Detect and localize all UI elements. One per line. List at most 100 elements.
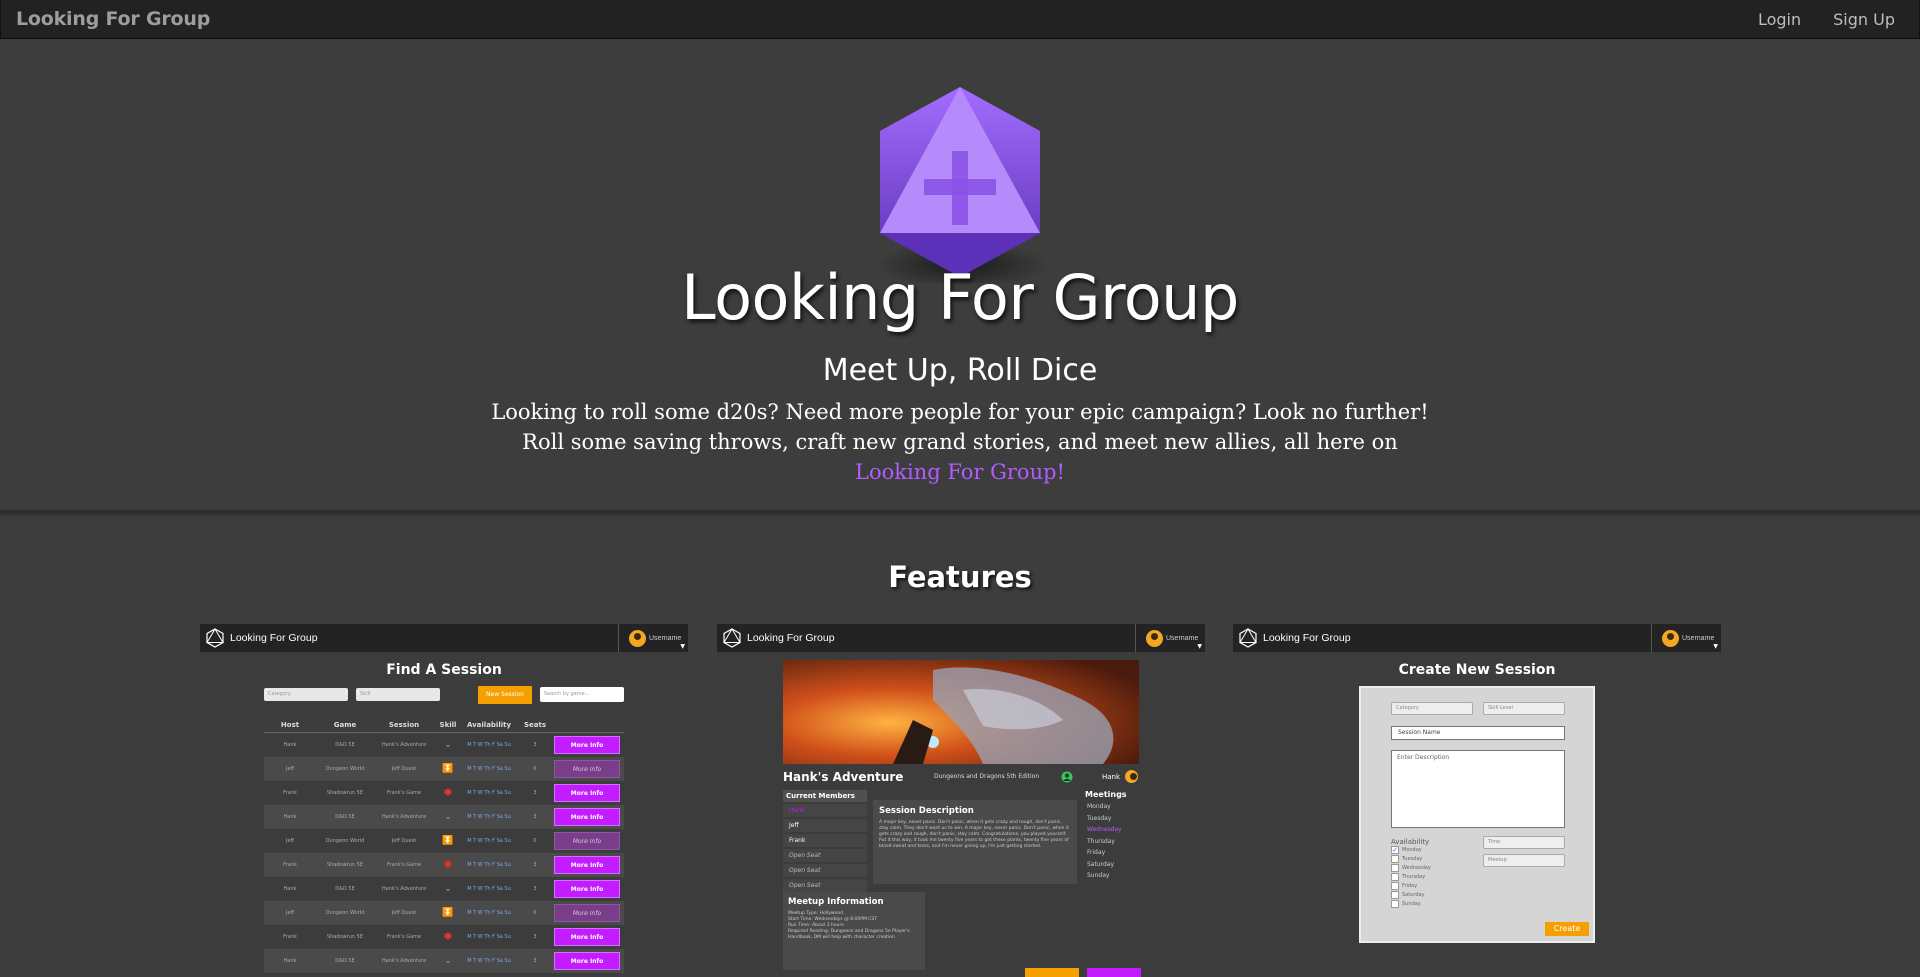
availability-day[interactable]: Saturday [1391,891,1425,899]
description-textarea[interactable]: Enter Description [1391,750,1565,828]
avatar-icon [629,629,646,647]
category-select[interactable]: Category [264,688,348,701]
meetup-select[interactable]: Meetup [1483,854,1565,867]
day-label: Saturday [1402,892,1425,898]
checkbox[interactable] [1391,882,1399,890]
more-info-button[interactable]: More Info [554,736,620,754]
nav-links: Login Sign Up [1758,10,1904,29]
table-row: Hank D&D 5E Hank's Adventure ⌄ M T W Th F Sa… [264,733,624,757]
checkbox[interactable] [1391,873,1399,881]
checkbox[interactable] [1391,891,1399,899]
features-title: Features [888,560,1032,594]
availability-day[interactable]: ✓ Monday [1391,846,1422,854]
meeting-day: Friday [1087,849,1106,856]
user-menu[interactable]: Username ▼ [1135,624,1205,652]
seats-cell: 3 [533,886,537,892]
create-button[interactable]: Create [1545,922,1589,936]
more-info-button[interactable]: More Info [554,760,620,778]
find-controls: Category Skill New Session Search by gam… [264,686,624,704]
action-button-purple[interactable] [1087,968,1141,977]
col-availability: Availability [466,721,512,729]
checkbox[interactable] [1391,900,1399,908]
availability-cell: M T W Th F Sa Su [467,862,511,868]
availability-day[interactable]: Sunday [1391,900,1421,908]
table-row: Hank D&D 5E Hank's Adventure ⌄ M T W Th F Sa… [264,877,624,901]
availability-day[interactable]: Friday [1391,882,1417,890]
caret-down-icon: ▼ [680,643,685,650]
checkbox[interactable] [1391,864,1399,872]
hero-description-link[interactable]: Looking For Group! [855,460,1065,484]
meeting-day: Tuesday [1087,814,1112,822]
search-input[interactable]: Search by game... [540,687,624,702]
game-cell: Dungeon World [325,838,365,844]
more-info-button[interactable]: More Info [554,952,620,970]
meetup-info-header: Meetup Information [788,897,884,907]
skill-level-select[interactable]: Skill Level [1483,702,1565,715]
availability-day[interactable]: Wednesday [1391,864,1431,872]
user-menu[interactable]: Username ▼ [1651,624,1721,652]
game-cell: Dungeon World [325,910,365,916]
mini-navbar: Looking For Group Username ▼ [1233,624,1721,652]
avatar-icon [1146,629,1163,647]
table-row: Hank D&D 5E Hank's Adventure ⌄ M T W Th F Sa… [264,805,624,829]
table-row: Jeff Dungeon World Jeff Quest ⏬ M T W Th F S… [264,901,624,925]
game-cell: Shadowrun 5E [326,934,364,940]
login-link[interactable]: Login [1758,10,1801,29]
more-info-button[interactable]: More Info [554,856,620,874]
availability-cell: M T W Th F Sa Su [467,934,511,940]
d20-plus-icon [874,87,1050,283]
category-select[interactable]: Category [1391,702,1473,715]
more-info-button[interactable]: More Info [554,904,620,922]
game-cell: D&D 5E [335,886,355,892]
time-select[interactable]: Time [1483,836,1565,849]
table-header: Host Game Session Skill Availability Sea… [264,717,624,733]
join-icon[interactable] [1061,771,1073,783]
brand-link[interactable]: Looking For Group [16,8,210,30]
more-info-button[interactable]: More Info [554,784,620,802]
more-info-button[interactable]: More Info [554,928,620,946]
sessions-table: Host Game Session Skill Availability Sea… [264,717,624,973]
hero-description-text: Looking to roll some d20s? Need more peo… [491,400,1429,454]
host-cell: Frank [283,934,297,940]
day-label: Sunday [1402,901,1421,907]
new-session-button[interactable]: New Session [478,686,532,704]
member-item: Jeff [783,819,867,832]
session-game: Dungeons and Dragons 5th Edition [934,773,1040,780]
game-cell: D&D 5E [335,958,355,964]
checkbox[interactable] [1391,855,1399,863]
session-banner-image [783,660,1139,764]
availability-day[interactable]: Thursday [1391,873,1425,881]
member-item: Hank [783,804,867,817]
logo-icon [206,628,224,648]
hero-title: Looking For Group [681,261,1239,334]
availability-day[interactable]: Tuesday [1391,855,1422,863]
seats-cell: 0 [533,766,537,772]
mini-brand: Looking For Group [230,632,318,644]
col-skill: Skill [439,721,457,729]
username: Username [1166,634,1199,642]
checkbox[interactable]: ✓ [1391,846,1399,854]
avatar-icon [1662,629,1679,647]
user-menu[interactable]: Username ▼ [618,624,688,652]
description-header: Session Description [879,806,974,816]
session-cell: Hank's Adventure [381,958,427,964]
availability-cell: M T W Th F Sa Su [467,958,511,964]
signup-link[interactable]: Sign Up [1833,10,1895,29]
availability-cell: M T W Th F Sa Su [467,886,511,892]
action-button-orange[interactable] [1025,968,1079,977]
session-cell: Jeff Quest [391,838,417,844]
availability-label: Availability [1391,838,1430,846]
members-header: Current Members [783,790,867,802]
skill-red-icon: ⬢ [444,788,452,798]
day-label: Monday [1402,847,1422,853]
skill-red-icon: ⬢ [444,860,452,870]
session-name-input[interactable]: Session Name [1391,726,1565,740]
member-item: Open Seat [783,849,867,862]
skill-green-icon: ⌄ [444,812,452,822]
skill-select[interactable]: Skill [356,688,440,701]
skill-green-icon: ⌄ [444,956,452,966]
more-info-button[interactable]: More Info [554,832,620,850]
more-info-button[interactable]: More Info [554,880,620,898]
more-info-button[interactable]: More Info [554,808,620,826]
game-cell: D&D 5E [335,814,355,820]
